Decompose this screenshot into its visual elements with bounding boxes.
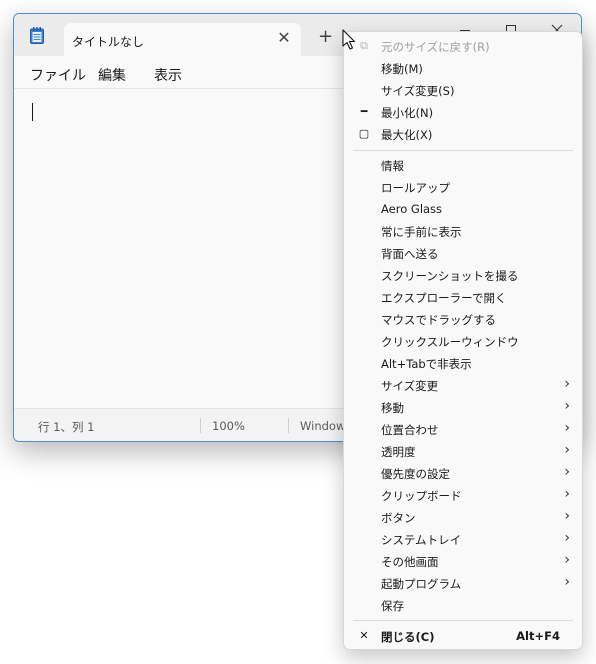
status-divider	[200, 418, 201, 433]
status-divider	[288, 418, 289, 433]
menu-item-resize-submenu[interactable]: サイズ変更 ›	[344, 374, 582, 396]
menu-item-screenshot[interactable]: スクリーンショットを撮る	[344, 264, 582, 286]
menu-item-minimize[interactable]: ━ 最小化(N)	[344, 101, 582, 123]
menu-item-restore[interactable]: ⧉ 元のサイズに戻す(R)	[344, 35, 582, 57]
menu-item-move[interactable]: 移動(M)	[344, 57, 582, 79]
status-position: 行 1、列 1	[38, 420, 95, 434]
restore-icon: ⧉	[360, 39, 368, 52]
menu-separator	[353, 620, 573, 621]
menu-item-send-to-back[interactable]: 背面へ送る	[344, 242, 582, 264]
mouse-pointer-icon	[342, 29, 356, 50]
chevron-right-icon: ›	[564, 376, 570, 392]
menu-item-rollup[interactable]: ロールアップ	[344, 176, 582, 198]
menu-item-priority-submenu[interactable]: 優先度の設定 ›	[344, 462, 582, 484]
menu-item-transparency-submenu[interactable]: 透明度 ›	[344, 440, 582, 462]
tab-untitled[interactable]: タイトルなし ✕	[64, 23, 301, 56]
menu-edit[interactable]: 編集	[98, 65, 126, 85]
menu-item-open-in-explorer[interactable]: エクスプローラーで開く	[344, 286, 582, 308]
menu-item-always-on-top[interactable]: 常に手前に表示	[344, 220, 582, 242]
tab-close-icon[interactable]: ✕	[275, 29, 293, 47]
menu-item-aero-glass[interactable]: Aero Glass	[344, 198, 582, 220]
chevron-right-icon: ›	[564, 552, 570, 568]
chevron-right-icon: ›	[564, 574, 570, 590]
menu-item-startup-programs-submenu[interactable]: 起動プログラム ›	[344, 572, 582, 594]
text-caret	[32, 103, 33, 121]
chevron-right-icon: ›	[564, 442, 570, 458]
chevron-right-icon: ›	[564, 464, 570, 480]
chevron-right-icon: ›	[564, 486, 570, 502]
menu-item-buttons-submenu[interactable]: ボタン ›	[344, 506, 582, 528]
maximize-icon: ▢	[358, 127, 370, 140]
close-shortcut: Alt+F4	[516, 629, 560, 643]
system-context-menu: ⧉ 元のサイズに戻す(R) 移動(M) サイズ変更(S) ━ 最小化(N) ▢ …	[343, 31, 583, 650]
close-icon: ✕	[359, 629, 369, 642]
menu-item-other-screen-submenu[interactable]: その他画面 ›	[344, 550, 582, 572]
chevron-right-icon: ›	[564, 420, 570, 436]
chevron-right-icon: ›	[564, 530, 570, 546]
menu-separator	[353, 150, 573, 151]
menu-item-hide-alt-tab[interactable]: Alt+Tabで非表示	[344, 352, 582, 374]
menu-item-clipboard-submenu[interactable]: クリップボード ›	[344, 484, 582, 506]
menu-item-resize[interactable]: サイズ変更(S)	[344, 79, 582, 101]
status-line-ending: Window	[300, 419, 346, 433]
status-zoom: 100%	[212, 419, 245, 433]
menu-view[interactable]: 表示	[154, 65, 182, 85]
menu-item-system-tray-submenu[interactable]: システムトレイ ›	[344, 528, 582, 550]
new-tab-icon[interactable]: +	[318, 28, 333, 46]
menu-item-maximize[interactable]: ▢ 最大化(X)	[344, 123, 582, 145]
menu-file[interactable]: ファイル	[30, 65, 86, 85]
menu-item-click-through[interactable]: クリックスルーウィンドウ	[344, 330, 582, 352]
menu-item-move-submenu[interactable]: 移動 ›	[344, 396, 582, 418]
menu-item-info[interactable]: 情報	[344, 154, 582, 176]
minimize-icon: ━	[360, 105, 368, 118]
menu-item-close[interactable]: ✕ 閉じる(C) Alt+F4	[344, 625, 582, 647]
chevron-right-icon: ›	[564, 508, 570, 524]
menu-item-mouse-drag[interactable]: マウスでドラッグする	[344, 308, 582, 330]
tab-title: タイトルなし	[72, 35, 145, 49]
menu-item-alignment-submenu[interactable]: 位置合わせ ›	[344, 418, 582, 440]
menu-item-save[interactable]: 保存	[344, 594, 582, 616]
notepad-app-icon	[30, 27, 44, 44]
chevron-right-icon: ›	[564, 398, 570, 414]
